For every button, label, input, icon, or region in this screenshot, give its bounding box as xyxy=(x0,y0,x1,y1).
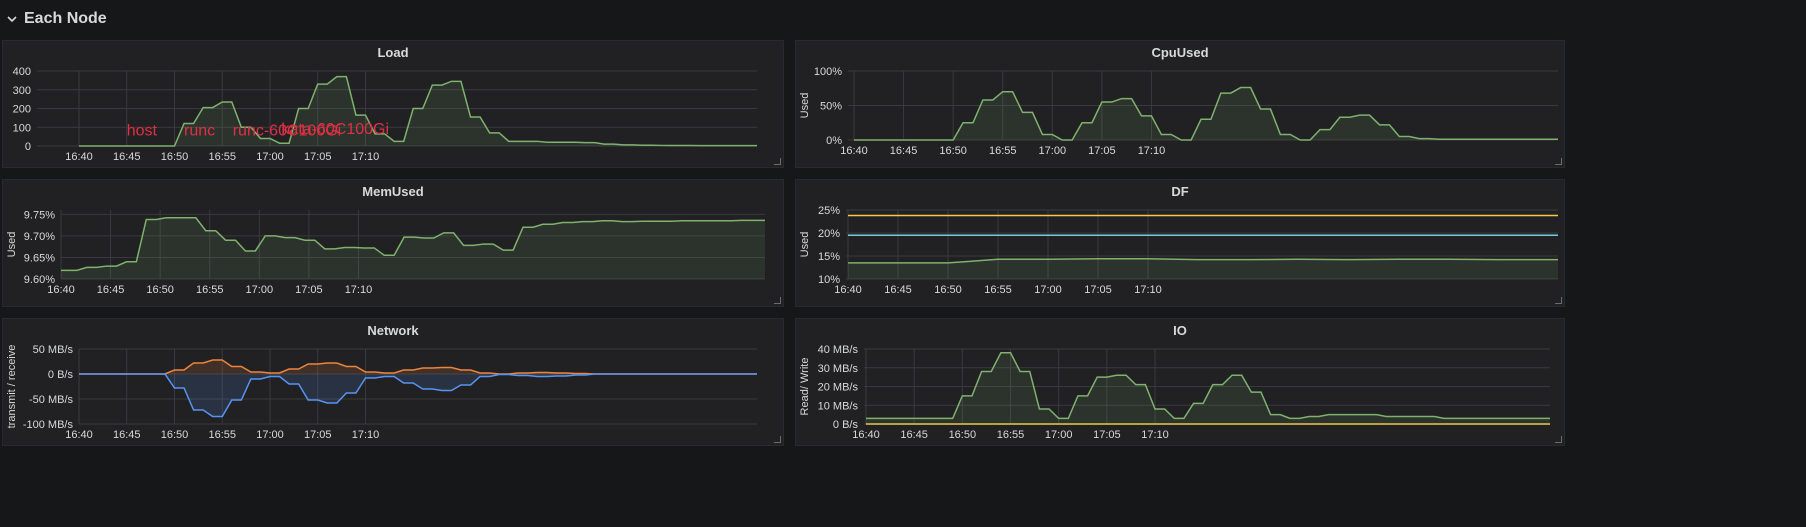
resize-handle[interactable] xyxy=(1555,436,1562,443)
y-tick-label: 50 MB/s xyxy=(33,344,74,356)
x-tick-label: 17:05 xyxy=(295,284,323,296)
x-tick-label: 16:50 xyxy=(949,429,977,441)
x-tick-label: 16:50 xyxy=(934,284,962,296)
y-tick-label: 9.75% xyxy=(24,209,55,221)
x-tick-label: 16:45 xyxy=(890,145,918,157)
x-tick-label: 17:10 xyxy=(1134,284,1162,296)
annotation-label: runc xyxy=(184,123,215,140)
x-tick-label: 16:50 xyxy=(939,145,967,157)
panel-network: Network 16:40 16:45 16:50 16:55 17:00 17:05 17… xyxy=(2,318,784,446)
series-area xyxy=(79,374,757,417)
panel-df: DF 16:40 16:45 16:50 16:55 17:00 17:05 17:10 10… xyxy=(795,179,1565,307)
panel-io: IO 16:40 16:45 16:50 16:55 17:00 17:05 17:10 0 … xyxy=(795,318,1565,446)
y-tick-label: 0 B/s xyxy=(48,369,74,381)
x-tick-label: 17:00 xyxy=(256,151,284,163)
x-tick-label: 16:55 xyxy=(208,429,236,441)
y-axis-label: transmit / receive xyxy=(6,345,18,429)
series-area xyxy=(79,76,757,146)
x-tick-label: 17:00 xyxy=(1039,145,1067,157)
x-tick-label: 16:50 xyxy=(146,284,174,296)
y-tick-label: 30 MB/s xyxy=(818,363,859,375)
y-axis-label: Used xyxy=(799,93,811,119)
y-tick-label: 9.60% xyxy=(24,274,55,286)
resize-handle[interactable] xyxy=(774,158,781,165)
x-tick-label: 17:05 xyxy=(1093,429,1121,441)
y-tick-label: 10% xyxy=(818,274,840,286)
y-axis-label: Used xyxy=(799,232,811,258)
x-tick-label: 17:05 xyxy=(304,429,332,441)
network-chart: 16:40 16:45 16:50 16:55 17:00 17:05 17:10-100 … xyxy=(6,344,757,441)
annotation-label: host xyxy=(127,123,158,140)
panel-load: Load 16:40 16:45 16:50 16:55 17:00 17:05 17:10… xyxy=(2,40,784,168)
x-tick-label: 17:05 xyxy=(1088,145,1116,157)
y-tick-label: 0% xyxy=(826,135,842,147)
load-chart: 16:40 16:45 16:50 16:55 17:00 17:05 17:10 0 100 2… xyxy=(13,66,757,163)
x-tick-label: 16:55 xyxy=(208,151,236,163)
y-axis-label: Used xyxy=(6,232,18,258)
x-tick-label: 16:45 xyxy=(884,284,912,296)
df-chart: 16:40 16:45 16:50 16:55 17:00 17:05 17:1010%15… xyxy=(799,205,1558,296)
x-tick-label: 17:00 xyxy=(1045,429,1073,441)
x-tick-label: 17:10 xyxy=(352,151,380,163)
x-tick-label: 17:05 xyxy=(1084,284,1112,296)
y-tick-label: 50% xyxy=(820,101,842,113)
x-tick-label: 17:00 xyxy=(256,429,284,441)
x-tick-label: 16:45 xyxy=(113,429,141,441)
y-tick-label: 9.70% xyxy=(24,231,55,243)
x-tick-label: 17:10 xyxy=(1138,145,1166,157)
row-title: Each Node xyxy=(24,10,107,27)
y-tick-label: -50 MB/s xyxy=(29,394,74,406)
y-axis-label: Read/ Write xyxy=(799,358,811,416)
series-area xyxy=(79,360,757,374)
x-tick-label: 16:55 xyxy=(984,284,1012,296)
y-tick-label: 0 B/s xyxy=(833,419,859,431)
y-tick-label: 0 xyxy=(25,141,31,153)
y-tick-label: 20 MB/s xyxy=(818,382,859,394)
series-area xyxy=(854,87,1558,140)
y-tick-label: 40 MB/s xyxy=(818,344,859,356)
resize-handle[interactable] xyxy=(1555,158,1562,165)
x-tick-label: 17:10 xyxy=(352,429,380,441)
resize-handle[interactable] xyxy=(774,297,781,304)
row-header-each-node[interactable]: Each Node xyxy=(6,6,107,32)
y-tick-label: -100 MB/s xyxy=(23,419,74,431)
x-tick-label: 16:45 xyxy=(97,284,125,296)
resize-handle[interactable] xyxy=(774,436,781,443)
x-tick-label: 16:40 xyxy=(65,151,93,163)
io-chart: 16:40 16:45 16:50 16:55 17:00 17:05 17:100 B/s… xyxy=(799,344,1550,441)
x-tick-label: 16:45 xyxy=(900,429,928,441)
y-tick-label: 9.65% xyxy=(24,252,55,264)
x-tick-label: 16:45 xyxy=(113,151,141,163)
y-tick-label: 25% xyxy=(818,205,840,217)
x-tick-label: 17:00 xyxy=(1034,284,1062,296)
y-tick-label: 10 MB/s xyxy=(818,400,859,412)
x-tick-label: 16:55 xyxy=(997,429,1025,441)
y-tick-label: 20% xyxy=(818,228,840,240)
x-tick-label: 16:50 xyxy=(161,429,189,441)
panel-cpuused: CpuUsed 16:40 16:45 16:50 16:55 17:00 17:05 17… xyxy=(795,40,1565,168)
x-tick-label: 16:40 xyxy=(840,145,868,157)
x-tick-label: 16:55 xyxy=(989,145,1017,157)
x-tick-label: 17:10 xyxy=(1141,429,1169,441)
y-tick-label: 200 xyxy=(13,104,31,116)
x-tick-label: 16:55 xyxy=(196,284,224,296)
y-tick-label: 400 xyxy=(13,66,31,78)
chevron-down-icon xyxy=(7,16,17,23)
annotation-label: kata-60C100Gi xyxy=(281,121,389,138)
series-area xyxy=(61,217,765,279)
y-tick-label: 300 xyxy=(13,85,31,97)
y-tick-label: 100% xyxy=(814,66,842,78)
x-tick-label: 17:05 xyxy=(304,151,332,163)
series-area xyxy=(866,352,1550,424)
x-tick-label: 16:50 xyxy=(161,151,189,163)
resize-handle[interactable] xyxy=(1555,297,1562,304)
cpuused-chart: 16:40 16:45 16:50 16:55 17:00 17:05 17:10 0% 50%… xyxy=(799,66,1558,157)
x-tick-label: 17:10 xyxy=(345,284,373,296)
panel-memused: MemUsed 16:40 16:45 16:50 16:55 17:00 17:05 17… xyxy=(2,179,784,307)
y-tick-label: 100 xyxy=(13,122,31,134)
x-tick-label: 17:00 xyxy=(246,284,274,296)
memused-chart: 16:40 16:45 16:50 16:55 17:00 17:05 17:109.60%… xyxy=(6,209,765,296)
y-tick-label: 15% xyxy=(818,251,840,263)
